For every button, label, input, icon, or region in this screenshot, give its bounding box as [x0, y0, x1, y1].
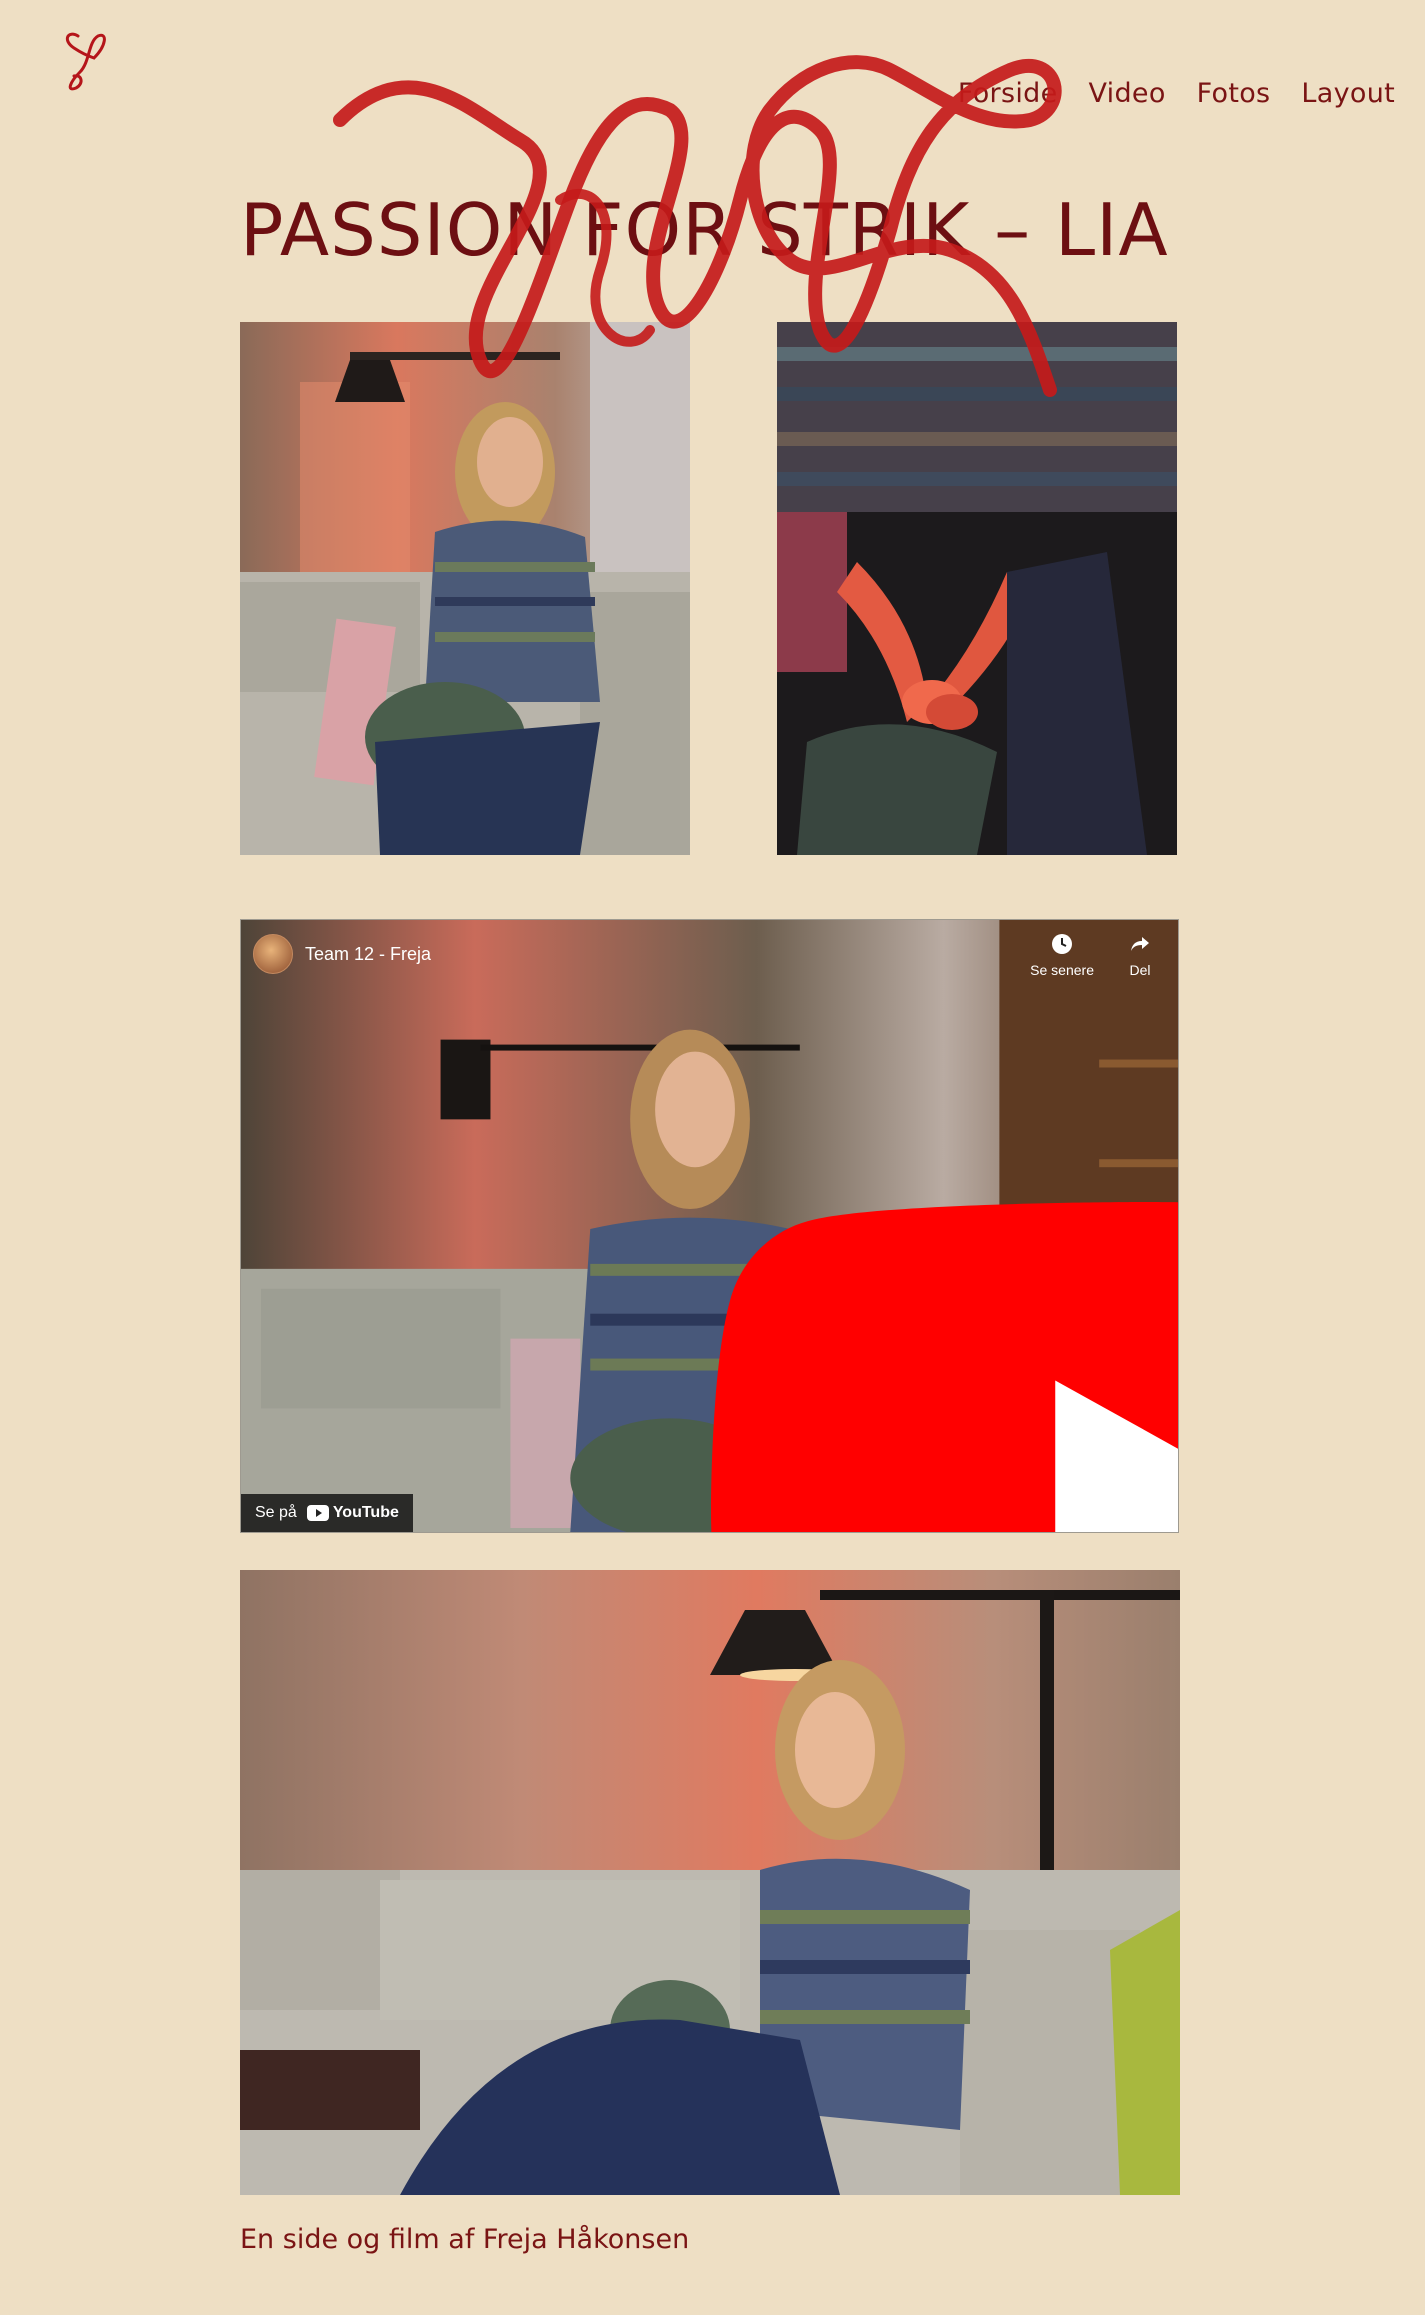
photo-knitting-sofa: [240, 322, 690, 855]
channel-avatar[interactable]: [253, 934, 293, 974]
photo-hands-knitting: [777, 322, 1177, 855]
video-channel-title[interactable]: Team 12 - Freja: [305, 944, 431, 965]
youtube-video-embed[interactable]: Team 12 - Freja Se senere Del Se på YouT…: [240, 919, 1179, 1533]
video-channel-bar: Team 12 - Freja: [253, 934, 431, 974]
page-title: PASSION FOR STRIK – LIA: [240, 188, 1169, 272]
youtube-wordmark: YouTube: [332, 1504, 399, 1521]
watch-later-button[interactable]: Se senere: [1030, 932, 1094, 978]
youtube-logo: YouTube: [306, 1504, 399, 1522]
nav-link-fotos[interactable]: Fotos: [1197, 78, 1271, 109]
watch-later-label: Se senere: [1030, 962, 1094, 978]
logo-heart-icon[interactable]: [60, 28, 112, 94]
photo-smiling-knitting: [240, 1570, 1180, 2195]
watch-on-label: Se på: [255, 1504, 297, 1521]
share-label: Del: [1129, 962, 1151, 978]
share-arrow-icon: [1131, 937, 1149, 951]
play-button-icon[interactable]: [676, 1202, 1180, 1533]
footer-credit: En side og film af Freja Håkonsen: [240, 2224, 690, 2255]
nav-link-video[interactable]: Video: [1088, 78, 1165, 109]
main-nav: Forside Video Fotos Layout: [927, 78, 1395, 109]
youtube-play-icon: [306, 1505, 329, 1521]
share-button[interactable]: Del: [1128, 932, 1152, 978]
clock-icon: [1052, 934, 1073, 954]
watch-on-youtube-button[interactable]: Se på YouTube: [241, 1494, 413, 1532]
video-actions: Se senere Del: [1030, 932, 1152, 978]
nav-link-layout[interactable]: Layout: [1301, 78, 1395, 109]
nav-link-forside[interactable]: Forside: [958, 78, 1058, 109]
